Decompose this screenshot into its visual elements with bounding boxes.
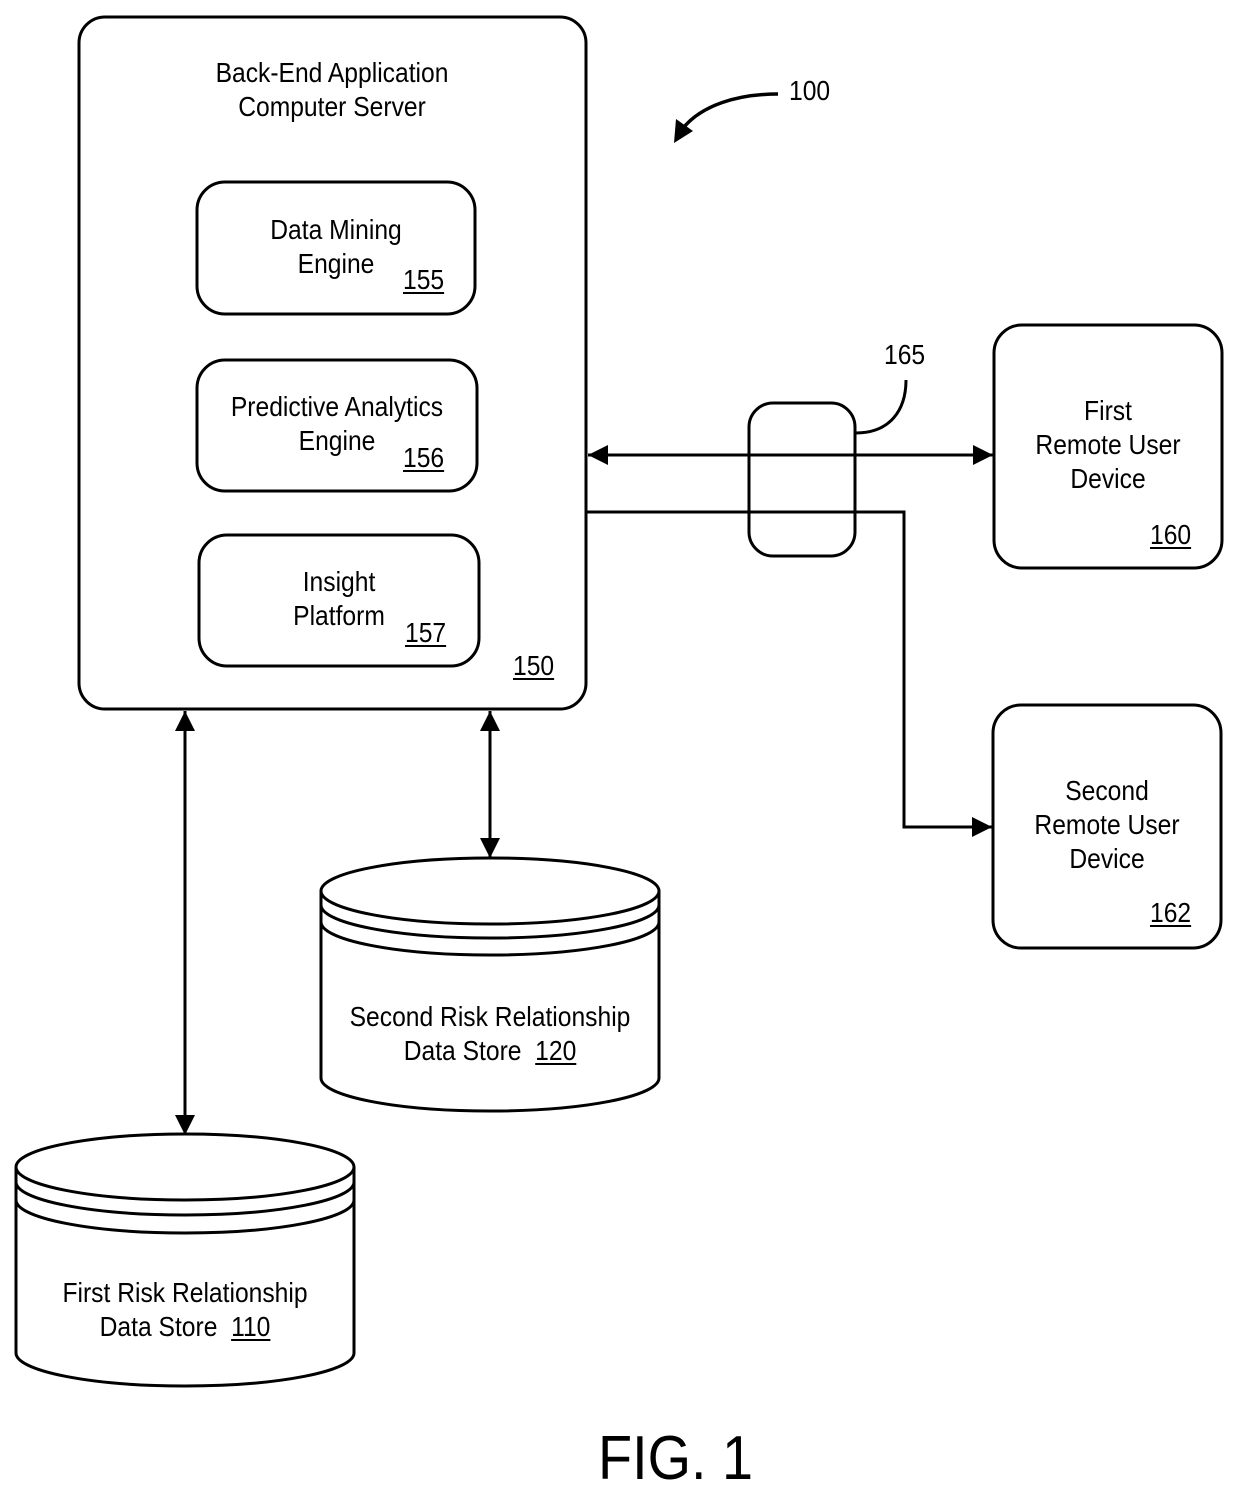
module-line1: Insight bbox=[302, 566, 376, 597]
device-line2: Remote User bbox=[1034, 809, 1180, 840]
device-line2: Remote User bbox=[1035, 429, 1181, 460]
server-title-line1: Back-End Application bbox=[215, 57, 449, 88]
data-mining-engine-ref: 155 bbox=[403, 264, 445, 295]
first-data-store-cylinder bbox=[14, 1132, 356, 1388]
first-remote-device-label: First Remote User Device bbox=[1008, 394, 1209, 496]
module-line1: Data Mining bbox=[270, 214, 402, 245]
server-title-line2: Computer Server bbox=[238, 91, 426, 122]
figure-caption: FIG. 1 bbox=[598, 1424, 754, 1493]
second-data-store-ref: 120 bbox=[535, 1035, 577, 1066]
store-line2-text: Data Store bbox=[403, 1035, 522, 1066]
second-remote-device-label: Second Remote User Device bbox=[1007, 774, 1208, 876]
store-line1: Second Risk Relationship bbox=[349, 1001, 631, 1032]
network-ref-leader bbox=[855, 379, 908, 435]
diagram-canvas bbox=[14, 15, 1224, 1388]
device-line1: Second bbox=[1065, 775, 1149, 806]
first-data-store-label: First Risk Relationship Data Store 110 bbox=[36, 1276, 333, 1344]
module-line1: Predictive Analytics bbox=[230, 391, 444, 422]
store-line2-text: Data Store bbox=[99, 1311, 218, 1342]
server-ref: 150 bbox=[513, 650, 555, 681]
store-line2: Data Store 120 bbox=[341, 1034, 638, 1068]
insight-platform-ref: 157 bbox=[405, 617, 447, 648]
device-line3: Device bbox=[1070, 463, 1146, 494]
link-server-second-device bbox=[587, 510, 992, 837]
server-title: Back-End Application Computer Server bbox=[200, 56, 464, 124]
first-data-store-ref: 110 bbox=[231, 1311, 271, 1342]
device-line1: First bbox=[1084, 395, 1132, 426]
predictive-analytics-engine-ref: 156 bbox=[403, 442, 445, 473]
store-line1: First Risk Relationship bbox=[62, 1277, 308, 1308]
device-line3: Device bbox=[1069, 843, 1145, 874]
system-ref: 100 bbox=[789, 75, 831, 106]
second-data-store-label: Second Risk Relationship Data Store 120 bbox=[341, 1000, 638, 1068]
system-ref-arrow bbox=[678, 92, 779, 134]
store-line2: Data Store 110 bbox=[36, 1310, 333, 1344]
network-box bbox=[747, 401, 857, 558]
second-remote-device-ref: 162 bbox=[1150, 897, 1192, 928]
second-data-store-cylinder bbox=[319, 856, 661, 1113]
first-remote-device-ref: 160 bbox=[1150, 519, 1192, 550]
network-ref: 165 bbox=[884, 339, 926, 370]
